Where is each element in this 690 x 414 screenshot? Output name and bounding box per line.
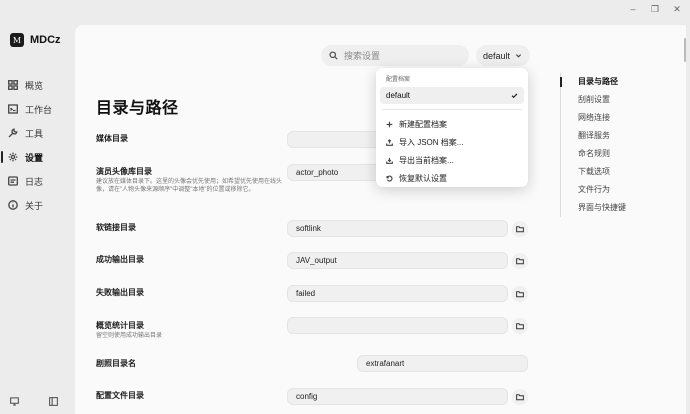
folder-icon [516, 323, 524, 330]
toc-item-ui-shortcuts[interactable]: 界面与快捷键 [561, 199, 670, 217]
toc-item-paths[interactable]: 目录与路径 [560, 73, 670, 91]
success-dir-browse-button[interactable] [512, 253, 528, 269]
sidebar-item-label: 概览 [25, 80, 44, 91]
search-input[interactable]: 搜索设置 [321, 45, 469, 66]
sidebar-item-workbench[interactable]: 工作台 [5, 98, 69, 120]
log-icon [8, 176, 18, 186]
toc-item-file-behavior[interactable]: 文件行为 [561, 181, 670, 199]
search-placeholder: 搜索设置 [344, 51, 381, 61]
success-dir-label: 成功输出目录 [96, 255, 144, 264]
menu-item-label: 新建配置档案 [399, 119, 447, 129]
menu-item-label: 恢复默认设置 [399, 173, 447, 183]
check-icon [511, 93, 518, 99]
overview-dir-label: 概览统计目录 [96, 321, 144, 330]
actor-photo-desc: 建议放在媒体目录下。这里的头像会优先使用；如希望优先使用在线头像，请在"人物头像… [96, 179, 283, 193]
sidebar-item-label: 工具 [25, 128, 44, 139]
sidebar-item-about[interactable]: 关于 [5, 194, 69, 216]
profile-option-label: default [386, 91, 411, 100]
folder-icon [516, 291, 524, 298]
reset-defaults-menu-item[interactable]: 恢复默认设置 [380, 169, 524, 187]
search-icon [329, 51, 338, 60]
reset-icon [386, 175, 393, 182]
dropdown-divider [382, 109, 522, 110]
toc-item-download[interactable]: 下载选项 [561, 163, 670, 181]
folder-icon [516, 394, 524, 401]
export-profile-menu-item[interactable]: 导出当前档案... [380, 151, 524, 169]
toc-item-translate[interactable]: 翻译服务 [561, 127, 670, 145]
close-icon[interactable]: ✕ [672, 4, 682, 15]
menu-item-label: 导入 JSON 档案... [399, 137, 464, 147]
profile-selector[interactable]: default [476, 45, 530, 66]
profile-option-default[interactable]: default [380, 87, 524, 104]
sidebar-item-label: 工作台 [25, 104, 53, 115]
menu-item-label: 导出当前档案... [399, 155, 454, 165]
brand: M MDCz [10, 33, 61, 47]
config-dir-label: 配置文件目录 [96, 391, 144, 400]
sidebar-item-tools[interactable]: 工具 [5, 122, 69, 144]
overview-dir-desc: 留空则使用成功输出目录 [96, 333, 163, 339]
stills-dir-field[interactable]: extrafanart [357, 355, 528, 372]
actor-photo-label: 演员头像库目录 [96, 167, 152, 176]
config-dir-field[interactable]: config [287, 388, 508, 405]
sidebar: M MDCz 概览 工作台 工具 设置 日志 关于 [0, 0, 74, 414]
dropdown-header: 配置档案 [386, 77, 411, 83]
sidebar-nav: 概览 工作台 工具 设置 日志 关于 [1, 74, 69, 218]
new-profile-menu-item[interactable]: 新建配置档案 [380, 115, 524, 133]
collapse-sidebar-icon[interactable] [49, 397, 58, 406]
failed-dir-label: 失败输出目录 [96, 288, 144, 297]
softlink-label: 软链接目录 [96, 223, 136, 232]
terminal-icon [8, 104, 18, 114]
sidebar-item-settings[interactable]: 设置 [1, 146, 69, 168]
media-dir-label: 媒体目录 [96, 134, 128, 143]
folder-icon [516, 258, 524, 265]
failed-dir-field[interactable]: failed [287, 285, 508, 302]
plus-icon [386, 121, 393, 127]
monitor-icon[interactable] [10, 397, 19, 406]
sidebar-item-logs[interactable]: 日志 [5, 170, 69, 192]
sidebar-item-overview[interactable]: 概览 [5, 74, 69, 96]
failed-dir-browse-button[interactable] [512, 286, 528, 302]
grid-icon [8, 80, 18, 90]
toc-item-naming[interactable]: 命名规则 [561, 145, 670, 163]
sidebar-item-label: 关于 [25, 200, 44, 211]
stills-dir-label: 剧照目录名 [96, 359, 136, 368]
wrench-icon [8, 128, 18, 138]
profile-dropdown-menu: 配置档案 default 新建配置档案 导入 JSON 档案... 导出当前档案… [376, 68, 528, 187]
sidebar-item-label: 日志 [25, 176, 44, 187]
folder-icon [516, 226, 524, 233]
section-toc: 目录与路径 刮削设置 网络连接 翻译服务 命名规则 下载选项 文件行为 界面与快… [560, 73, 670, 217]
sidebar-footer [10, 397, 58, 406]
page-title: 目录与路径 [96, 100, 179, 117]
softlink-field[interactable]: softlink [287, 220, 508, 237]
download-icon [386, 157, 393, 164]
softlink-browse-button[interactable] [512, 221, 528, 237]
window-controls: – ❐ ✕ [628, 4, 682, 15]
config-dir-browse-button[interactable] [512, 389, 528, 405]
scrollbar[interactable] [684, 38, 686, 62]
sidebar-item-label: 设置 [25, 152, 44, 163]
maximize-icon[interactable]: ❐ [650, 4, 660, 15]
overview-dir-browse-button[interactable] [512, 318, 528, 334]
gear-icon [8, 152, 18, 162]
upload-icon [386, 138, 393, 146]
toc-item-scrape[interactable]: 刮削设置 [561, 91, 670, 109]
app-name: MDCz [30, 34, 61, 46]
overview-dir-field[interactable] [287, 317, 508, 334]
app-logo-icon: M [10, 33, 24, 47]
success-dir-field[interactable]: JAV_output [287, 252, 508, 269]
toc-item-network[interactable]: 网络连接 [561, 109, 670, 127]
profile-current: default [483, 50, 511, 61]
chevron-down-icon [515, 54, 522, 58]
import-json-menu-item[interactable]: 导入 JSON 档案... [380, 133, 524, 151]
info-icon [8, 200, 18, 210]
minimize-icon[interactable]: – [628, 4, 638, 15]
